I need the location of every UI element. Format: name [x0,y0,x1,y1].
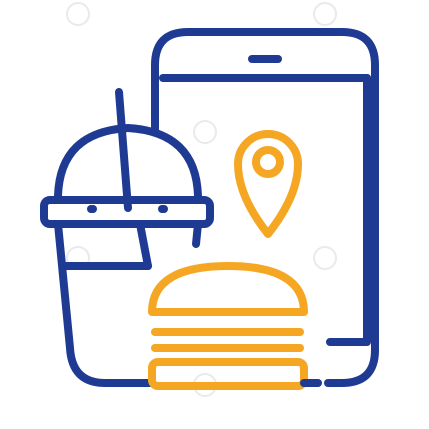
food-delivery-app-icon [40,2,379,397]
location-pin-icon [234,130,302,238]
icon-canvas [0,0,429,429]
burger-icon [148,262,308,390]
drink-cup-icon [40,88,214,387]
